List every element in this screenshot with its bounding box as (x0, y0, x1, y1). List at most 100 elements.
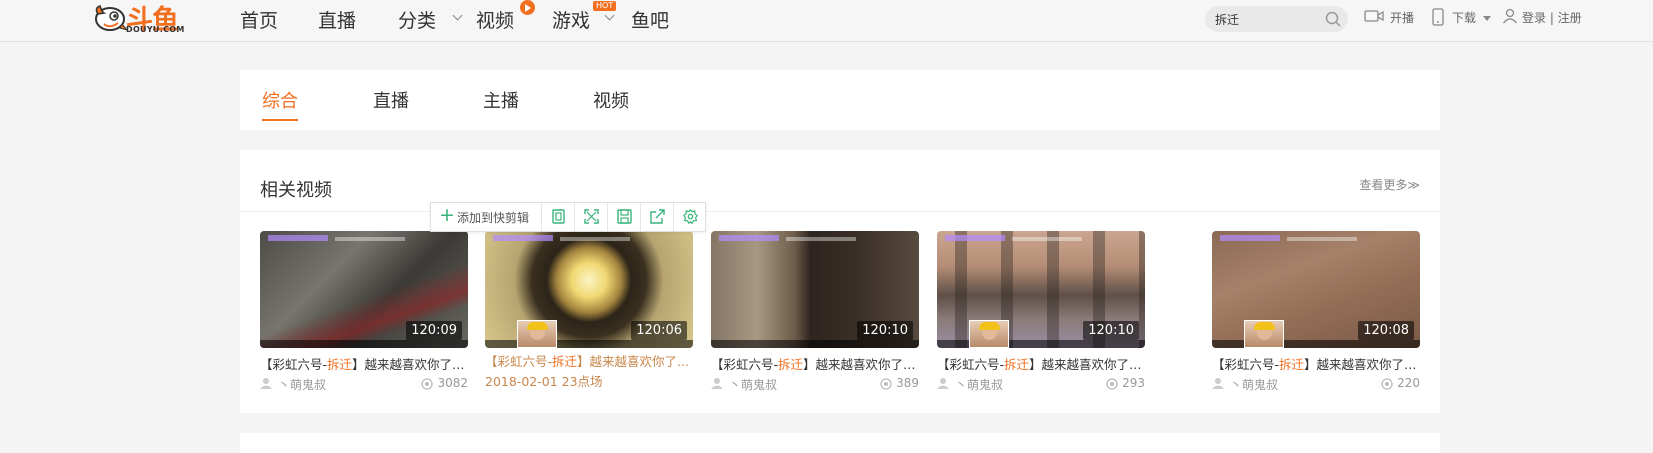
title-highlight: 拆迁 (1004, 357, 1030, 372)
nav-live[interactable]: 直播 (318, 6, 356, 33)
user-icon (937, 378, 949, 389)
search-icon[interactable] (1325, 11, 1341, 27)
title-highlight: 拆迁 (1279, 357, 1305, 372)
streamer-webcam (969, 320, 1009, 348)
video-title[interactable]: 【彩虹六号-拆迁】越来越喜欢你了...... (937, 354, 1145, 373)
video-author[interactable]: 丶萌鬼叔 (1212, 376, 1278, 393)
video-author[interactable]: 丶萌鬼叔 (711, 376, 777, 393)
view-more-link[interactable]: 查看更多≫ (1359, 176, 1420, 193)
video-thumbnail[interactable]: 120:06 (485, 231, 693, 348)
video-duration: 120:09 (406, 321, 462, 340)
view-count: 3082 (421, 376, 468, 390)
download-link[interactable]: 下载 (1432, 8, 1491, 26)
video-title[interactable]: 【彩虹六号-拆迁】越来越喜欢你了...... (260, 354, 468, 373)
search-box (1205, 6, 1348, 32)
search-input[interactable] (1215, 9, 1315, 29)
title-part: 【彩虹六号- (937, 357, 1005, 372)
video-meta: 丶萌鬼叔 293 (937, 376, 1145, 392)
title-part: 】越来越喜欢你了...... (803, 357, 919, 372)
video-title[interactable]: 【彩虹六号-拆迁】越来越喜欢你了... 2018-02-01 23点场 (485, 352, 693, 392)
phone-icon (1432, 8, 1444, 26)
video-thumbnail[interactable]: 120:09 (260, 231, 468, 348)
hud-overlay (335, 237, 405, 241)
title-part: 】越来越喜欢你了...... (1029, 357, 1145, 372)
tab-streamer[interactable]: 主播 (483, 87, 519, 119)
streamer-webcam (1244, 320, 1284, 348)
title-part: 】越来越喜欢你了...... (352, 357, 468, 372)
subtitle-bar (711, 340, 919, 348)
settings-button[interactable] (673, 203, 706, 231)
video-meta: 丶萌鬼叔 389 (711, 376, 919, 392)
view-count-value: 389 (896, 376, 919, 390)
video-author[interactable]: 丶萌鬼叔 (937, 376, 1003, 393)
view-count: 293 (1106, 376, 1145, 390)
hud-overlay (1287, 237, 1357, 241)
author-name: 丶萌鬼叔 (278, 378, 327, 392)
video-title[interactable]: 【彩虹六号-拆迁】越来越喜欢你了...... (1212, 354, 1420, 373)
tab-live[interactable]: 直播 (373, 87, 409, 119)
title-part: 【彩虹六号- (260, 357, 328, 372)
video-duration: 120:10 (1083, 321, 1139, 340)
hud-overlay (945, 235, 1005, 241)
copy-icon (552, 209, 565, 224)
title-part: 【彩虹六号- (485, 354, 553, 369)
hud-overlay (560, 237, 630, 241)
login-register-link[interactable]: 登录 | 注册 (1502, 8, 1582, 26)
view-count-value: 3082 (437, 376, 468, 390)
play-badge-icon (520, 0, 535, 15)
fish-mascot-icon (95, 5, 128, 31)
tab-all[interactable]: 综合 (262, 87, 298, 121)
view-count: 220 (1381, 376, 1420, 390)
view-count: 389 (880, 376, 919, 390)
nav-category[interactable]: 分类 (398, 6, 436, 33)
subtitle-bar (260, 340, 468, 348)
download-chevron-icon (1482, 16, 1491, 21)
eye-icon (1381, 378, 1393, 390)
nav-game[interactable]: 游戏 (552, 6, 590, 33)
camera-icon (1364, 10, 1384, 22)
hud-overlay (1012, 237, 1082, 241)
title-highlight: 拆迁 (778, 357, 804, 372)
hud-overlay (268, 235, 328, 241)
fullscreen-button[interactable] (574, 203, 607, 231)
download-label: 下载 (1452, 11, 1477, 25)
video-thumbnail[interactable]: 120:08 (1212, 231, 1420, 348)
video-author[interactable]: 丶萌鬼叔 (260, 376, 326, 393)
video-duration: 120:06 (631, 321, 687, 340)
author-name: 丶萌鬼叔 (955, 378, 1004, 392)
add-to-quick-edit-button[interactable]: 添加到快剪辑 (439, 204, 529, 226)
top-header: 斗鱼 DOUYU.COM 首页 直播 分类 视频 游戏 HOT 鱼吧 开播 下载 (0, 0, 1653, 42)
video-thumbnail[interactable]: 120:10 (937, 231, 1145, 348)
title-part: 【彩虹六号- (1212, 357, 1280, 372)
video-duration: 120:10 (857, 321, 913, 340)
author-name: 丶萌鬼叔 (729, 378, 778, 392)
share-button[interactable] (640, 203, 673, 231)
user-icon (711, 378, 723, 389)
title-part: 】越来越喜欢你了...... (1304, 357, 1420, 372)
nav-fishbar[interactable]: 鱼吧 (631, 6, 669, 33)
nav-category-label: 分类 (398, 10, 437, 32)
logo-subtext: DOUYU.COM (126, 25, 185, 34)
start-live-link[interactable]: 开播 (1364, 9, 1414, 26)
streamer-webcam (517, 320, 557, 348)
tab-video[interactable]: 视频 (593, 87, 629, 119)
save-button[interactable] (607, 203, 640, 231)
author-name: 丶萌鬼叔 (1230, 378, 1279, 392)
douyu-logo[interactable]: 斗鱼 DOUYU.COM (92, 0, 192, 38)
related-videos-panel: 相关视频 查看更多≫ 120:09 【彩虹六号-拆迁】越来越喜欢你了......… (240, 150, 1440, 413)
start-live-label: 开播 (1390, 11, 1415, 25)
video-thumbnail[interactable]: 120:10 (711, 231, 919, 348)
video-meta: 丶萌鬼叔 220 (1212, 376, 1420, 392)
fullscreen-icon (584, 209, 599, 224)
hud-overlay (719, 235, 779, 241)
view-count-value: 293 (1122, 376, 1145, 390)
hud-overlay (1220, 235, 1280, 241)
video-title[interactable]: 【彩虹六号-拆迁】越来越喜欢你了...... (711, 354, 919, 373)
save-icon (617, 209, 632, 224)
share-icon (650, 209, 665, 224)
title-highlight: 拆迁 (327, 357, 353, 372)
nav-home[interactable]: 首页 (240, 6, 278, 33)
copy-button[interactable] (541, 203, 574, 231)
section-title: 相关视频 (260, 180, 332, 201)
nav-video[interactable]: 视频 (476, 6, 514, 33)
